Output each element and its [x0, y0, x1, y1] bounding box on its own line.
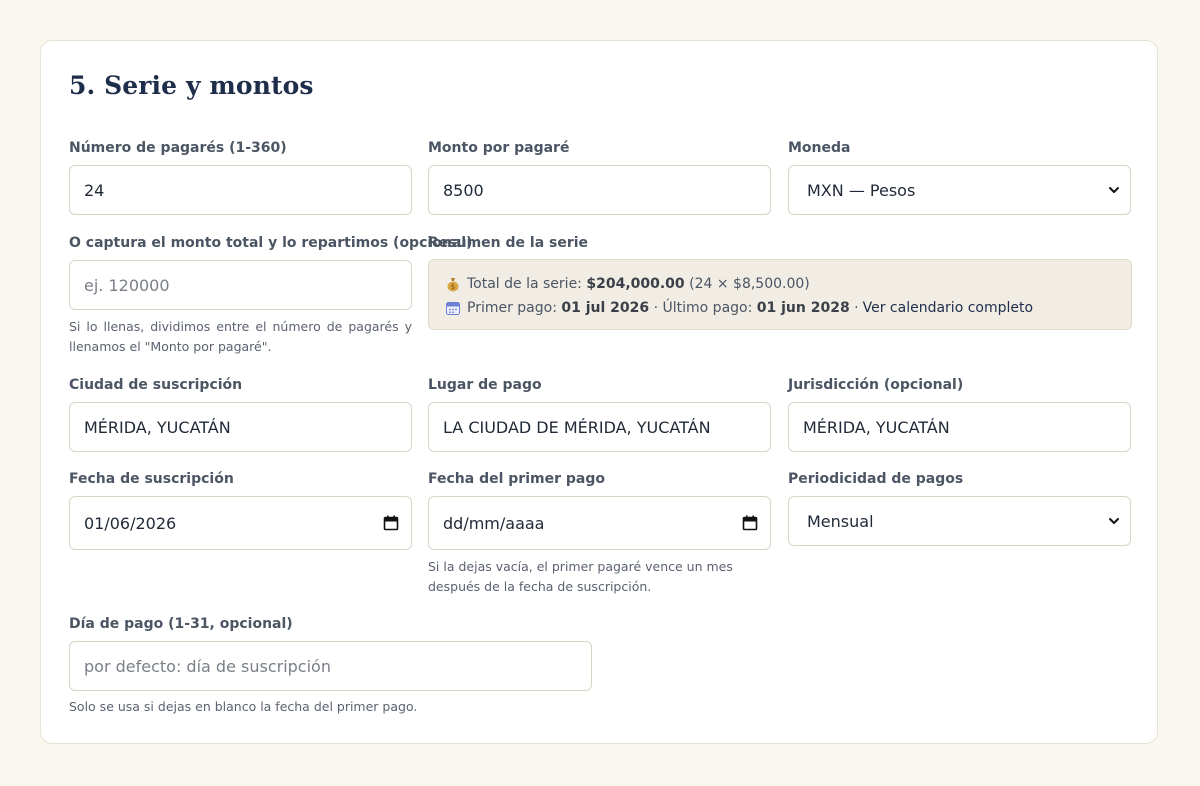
summary-last-label: Último pago:	[662, 300, 753, 316]
periodicidad-label: Periodicidad de pagos	[788, 471, 964, 487]
fecha-suscripcion-label: Fecha de suscripción	[69, 471, 234, 487]
fecha-suscripcion-value: 01/06/2026	[84, 513, 177, 533]
calendar-picker-icon[interactable]	[742, 515, 758, 531]
summary-total-value: $204,000.00	[586, 276, 685, 292]
summary-separator: ·	[653, 300, 659, 316]
monto-pagare-input[interactable]: 8500	[428, 165, 771, 215]
monto-pagare-value: 8500	[443, 180, 484, 200]
fecha-primer-pago-input[interactable]: dd/mm/aaaa	[428, 496, 771, 550]
calendar-icon	[445, 300, 461, 316]
calendar-link[interactable]: Ver calendario completo	[863, 300, 1033, 316]
monto-pagare-label: Monto por pagaré	[428, 140, 570, 156]
ciudad-label: Ciudad de suscripción	[69, 377, 243, 393]
jurisdiccion-input[interactable]: MÉRIDA, YUCATÁN	[788, 402, 1131, 452]
monto-total-placeholder: ej. 120000	[84, 275, 170, 295]
dia-pago-input[interactable]: por defecto: día de suscripción	[69, 641, 592, 691]
summary-first-label: Primer pago:	[467, 300, 557, 316]
dia-pago-label: Día de pago (1-31, opcional)	[69, 616, 293, 632]
ciudad-value: MÉRIDA, YUCATÁN	[84, 417, 231, 437]
jurisdiccion-value: MÉRIDA, YUCATÁN	[803, 417, 950, 437]
form-section-card: 5. Serie y montos Número de pagarés (1-3…	[40, 40, 1158, 744]
summary-box: $ Total de la serie: $204,000.00 (24 × $…	[428, 259, 1132, 330]
moneda-value: MXN — Pesos	[807, 180, 916, 200]
summary-total-line: $ Total de la serie: $204,000.00 (24 × $…	[445, 272, 1131, 296]
svg-text:$: $	[451, 283, 455, 291]
num-pagares-label: Número de pagarés (1-360)	[69, 140, 287, 156]
fecha-primer-pago-placeholder: dd/mm/aaaa	[443, 513, 545, 533]
num-pagares-value: 24	[84, 180, 105, 200]
summary-last-value: 01 jun 2028	[756, 300, 850, 316]
ciudad-input[interactable]: MÉRIDA, YUCATÁN	[69, 402, 412, 452]
money-bag-icon: $	[445, 276, 461, 292]
chevron-down-icon	[1108, 184, 1120, 196]
summary-dates-line: Primer pago: 01 jul 2026 · Último pago: …	[445, 296, 1131, 320]
num-pagares-input[interactable]: 24	[69, 165, 412, 215]
summary-label: Resumen de la serie	[428, 235, 589, 251]
monto-total-input[interactable]: ej. 120000	[69, 260, 412, 310]
summary-total-label: Total de la serie:	[467, 276, 582, 292]
fecha-primer-pago-help: Si la dejas vacía, el primer pagaré venc…	[428, 559, 733, 594]
lugar-pago-value: LA CIUDAD DE MÉRIDA, YUCATÁN	[443, 417, 711, 437]
periodicidad-value: Mensual	[807, 511, 874, 531]
periodicidad-select[interactable]: Mensual	[788, 496, 1131, 546]
section-title: 5. Serie y montos	[69, 71, 314, 100]
jurisdiccion-label: Jurisdicción (opcional)	[788, 377, 964, 393]
chevron-down-icon	[1108, 515, 1120, 527]
monto-total-label: O captura el monto total y lo repartimos…	[69, 235, 473, 251]
dia-pago-placeholder: por defecto: día de suscripción	[84, 656, 331, 676]
moneda-select[interactable]: MXN — Pesos	[788, 165, 1131, 215]
calendar-picker-icon[interactable]	[383, 515, 399, 531]
dia-pago-help: Solo se usa si dejas en blanco la fecha …	[69, 699, 418, 714]
fecha-primer-pago-label: Fecha del primer pago	[428, 471, 605, 487]
summary-first-value: 01 jul 2026	[561, 300, 650, 316]
summary-total-detail: (24 × $8,500.00)	[689, 276, 810, 292]
monto-total-help: Si lo llenas, dividimos entre el número …	[69, 319, 412, 354]
fecha-suscripcion-input[interactable]: 01/06/2026	[69, 496, 412, 550]
summary-separator: ·	[854, 300, 859, 316]
lugar-pago-input[interactable]: LA CIUDAD DE MÉRIDA, YUCATÁN	[428, 402, 771, 452]
moneda-label: Moneda	[788, 140, 851, 156]
lugar-pago-label: Lugar de pago	[428, 377, 542, 393]
